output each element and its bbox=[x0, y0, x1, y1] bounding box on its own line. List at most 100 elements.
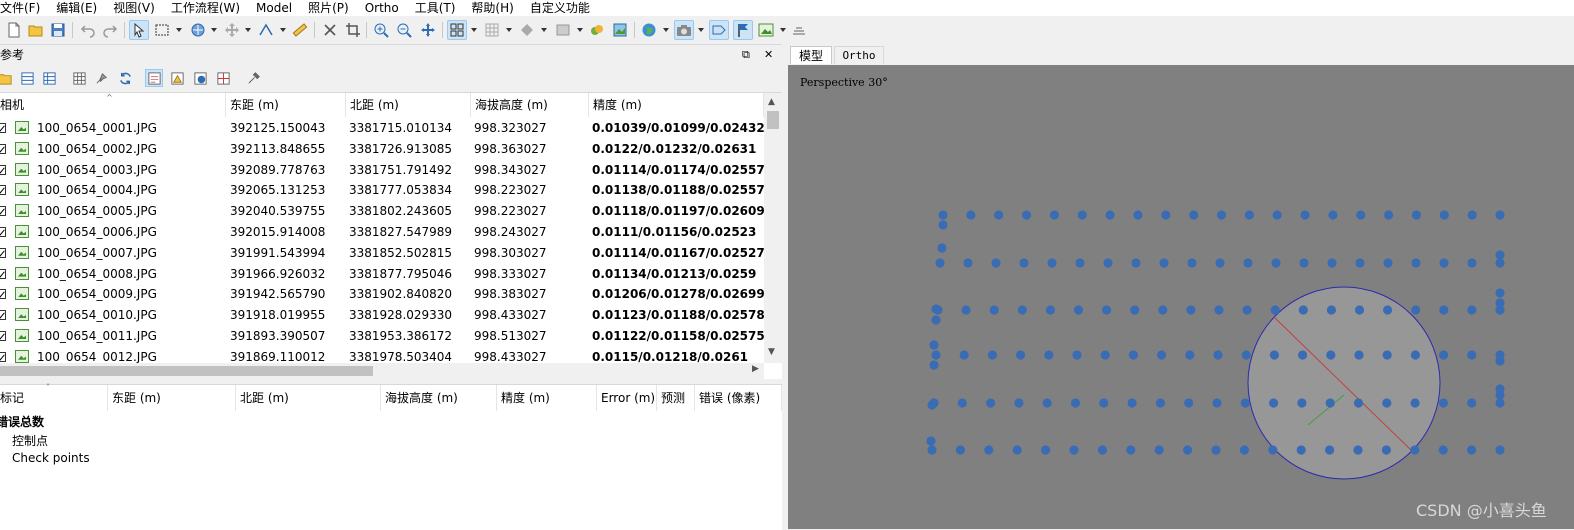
table-row[interactable]: 100_0654_0009.JPG 391942.565790 3381902.84… bbox=[0, 284, 764, 305]
control-points-item[interactable]: 控制点 bbox=[12, 432, 48, 449]
camera-marker[interactable] bbox=[1019, 258, 1029, 268]
camera-marker[interactable] bbox=[1184, 398, 1194, 408]
camera-marker[interactable] bbox=[1411, 305, 1421, 315]
total-error-group[interactable]: 错误总数 bbox=[0, 413, 44, 430]
camera-marker[interactable] bbox=[1439, 210, 1449, 220]
camera-marker[interactable] bbox=[1189, 210, 1199, 220]
camera-marker[interactable] bbox=[937, 243, 947, 253]
menu-item[interactable]: 照片(P) bbox=[308, 0, 357, 16]
enable-checkbox[interactable] bbox=[0, 185, 6, 196]
menu-item[interactable]: Ortho bbox=[365, 0, 407, 16]
scene-canvas[interactable] bbox=[788, 65, 1574, 529]
table-row[interactable]: 100_0654_0007.JPG 391991.543994 3381852.50… bbox=[0, 243, 764, 264]
camera-marker[interactable] bbox=[1185, 350, 1195, 360]
camera-dropdown-icon[interactable] bbox=[698, 28, 704, 32]
camera-marker[interactable] bbox=[1467, 445, 1477, 455]
camera-marker[interactable] bbox=[1072, 350, 1082, 360]
view-variance-icon[interactable] bbox=[191, 69, 209, 87]
camera-marker[interactable] bbox=[1467, 305, 1477, 315]
camera-marker[interactable] bbox=[1130, 305, 1140, 315]
scrollbar-thumb[interactable] bbox=[0, 366, 373, 376]
camera-marker[interactable] bbox=[1383, 305, 1393, 315]
camera-marker[interactable] bbox=[1495, 288, 1505, 298]
camera-marker[interactable] bbox=[1049, 210, 1059, 220]
camera-marker[interactable] bbox=[955, 445, 965, 455]
camera-marker[interactable] bbox=[1212, 398, 1222, 408]
enable-checkbox[interactable] bbox=[0, 247, 6, 258]
enable-checkbox[interactable] bbox=[0, 351, 6, 362]
camera-table-horizontal-scrollbar[interactable]: ▶ bbox=[0, 363, 764, 379]
camera-marker[interactable] bbox=[1154, 445, 1164, 455]
camera-marker[interactable] bbox=[1214, 305, 1224, 315]
camera-marker[interactable] bbox=[984, 445, 994, 455]
ruler-icon[interactable] bbox=[256, 20, 276, 40]
enable-checkbox[interactable] bbox=[0, 123, 6, 133]
export-table-icon[interactable] bbox=[40, 69, 58, 87]
tab-model[interactable]: 模型 bbox=[790, 46, 832, 64]
camera-marker[interactable] bbox=[1296, 445, 1306, 455]
camera-marker[interactable] bbox=[1353, 445, 1363, 455]
camera-marker[interactable] bbox=[1243, 258, 1253, 268]
camera-marker[interactable] bbox=[1183, 445, 1193, 455]
camera-marker[interactable] bbox=[1077, 210, 1087, 220]
camera-marker[interactable] bbox=[1215, 258, 1225, 268]
camera-marker[interactable] bbox=[1495, 398, 1505, 408]
grid-view-dropdown-icon[interactable] bbox=[471, 28, 477, 32]
globe-icon[interactable] bbox=[639, 20, 659, 40]
new-icon[interactable] bbox=[4, 20, 24, 40]
move-dropdown-icon[interactable] bbox=[245, 28, 251, 32]
model-viewport[interactable]: Perspective 30° CSDN @小喜头鱼 bbox=[788, 65, 1574, 529]
camera-marker[interactable] bbox=[1298, 305, 1308, 315]
camera-marker[interactable] bbox=[1410, 350, 1420, 360]
camera-marker[interactable] bbox=[1382, 398, 1392, 408]
close-pane-button[interactable]: ✕ bbox=[764, 47, 773, 63]
camera-marker[interactable] bbox=[1383, 258, 1393, 268]
table-row[interactable]: 100_0654_0002.JPG 392113.848655 3381726.91… bbox=[0, 139, 764, 160]
camera-marker[interactable] bbox=[1438, 398, 1448, 408]
column-header-accuracy[interactable]: 精度 (m) bbox=[497, 385, 597, 411]
camera-marker[interactable] bbox=[1240, 398, 1250, 408]
camera-marker[interactable] bbox=[1270, 305, 1280, 315]
column-header-marker[interactable]: 标记 bbox=[0, 385, 108, 411]
camera-marker[interactable] bbox=[1297, 398, 1307, 408]
camera-marker[interactable] bbox=[1382, 350, 1392, 360]
camera-marker[interactable] bbox=[1012, 445, 1022, 455]
camera-marker[interactable] bbox=[1384, 210, 1394, 220]
camera-marker[interactable] bbox=[1410, 398, 1420, 408]
zoom-out-icon[interactable] bbox=[394, 20, 414, 40]
camera-marker[interactable] bbox=[1239, 445, 1249, 455]
open-icon[interactable] bbox=[26, 20, 46, 40]
camera-marker[interactable] bbox=[1047, 258, 1057, 268]
camera-marker[interactable] bbox=[1158, 305, 1168, 315]
camera-marker[interactable] bbox=[1268, 445, 1278, 455]
camera-marker[interactable] bbox=[989, 305, 999, 315]
camera-marker[interactable] bbox=[1133, 210, 1143, 220]
camera-marker[interactable] bbox=[1105, 210, 1115, 220]
camera-marker[interactable] bbox=[1355, 258, 1365, 268]
camera-marker[interactable] bbox=[1241, 350, 1251, 360]
camera-marker[interactable] bbox=[927, 445, 937, 455]
texture-icon[interactable] bbox=[587, 20, 607, 40]
scroll-right-icon[interactable]: ▶ bbox=[752, 364, 759, 374]
camera-marker[interactable] bbox=[1495, 298, 1505, 308]
camera-marker[interactable] bbox=[938, 210, 948, 220]
camera-marker[interactable] bbox=[1161, 210, 1171, 220]
camera-marker[interactable] bbox=[1103, 258, 1113, 268]
menu-item[interactable]: 文件(F) bbox=[0, 0, 48, 16]
rect-select-dropdown-icon[interactable] bbox=[176, 28, 182, 32]
camera-marker[interactable] bbox=[1439, 305, 1449, 315]
grid-view-2-icon[interactable] bbox=[482, 20, 502, 40]
enable-checkbox[interactable] bbox=[0, 289, 6, 300]
camera-marker[interactable] bbox=[1269, 398, 1279, 408]
menu-item[interactable]: 编辑(E) bbox=[56, 0, 105, 16]
camera-marker[interactable] bbox=[1272, 210, 1282, 220]
menu-item[interactable]: Model bbox=[256, 0, 300, 16]
camera-marker[interactable] bbox=[959, 350, 969, 360]
camera-marker[interactable] bbox=[1021, 210, 1032, 220]
enable-checkbox[interactable] bbox=[0, 268, 6, 279]
camera-marker[interactable] bbox=[1326, 350, 1336, 360]
navigate-dropdown-icon[interactable] bbox=[211, 28, 217, 32]
pan-icon[interactable] bbox=[418, 20, 438, 40]
camera-marker[interactable] bbox=[1187, 258, 1197, 268]
view-estimated-icon[interactable] bbox=[214, 69, 232, 87]
